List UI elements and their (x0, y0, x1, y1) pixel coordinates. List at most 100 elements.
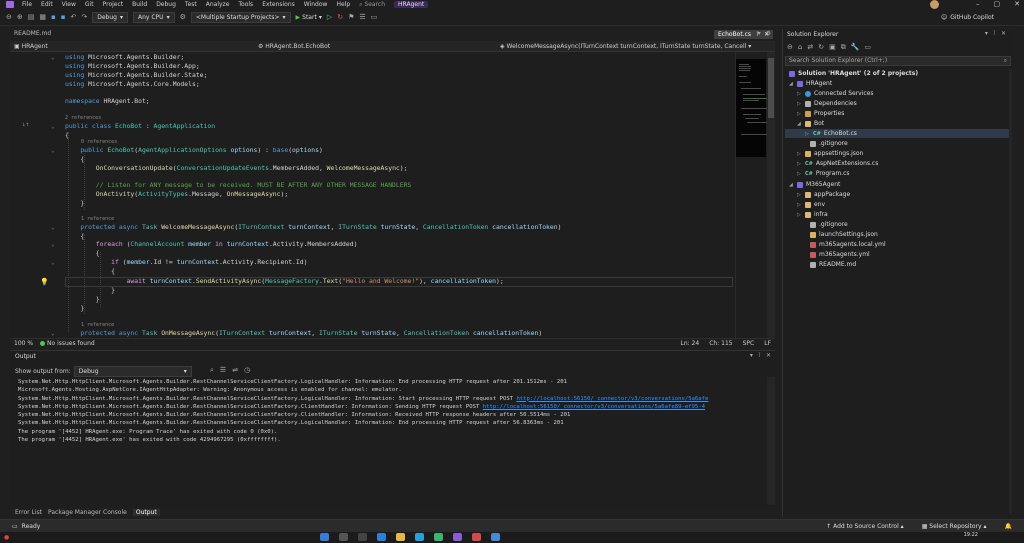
chevron-down-icon[interactable]: ▾ (758, 30, 761, 37)
codelens-references[interactable]: 1 reference (81, 322, 114, 328)
tree-item-appsettings[interactable]: ▷ appsettings.json (797, 149, 863, 158)
chevron-right-icon[interactable]: ▷ (797, 192, 802, 198)
menu-window[interactable]: Window (304, 1, 328, 8)
pin-icon[interactable]: ⊺ (758, 352, 761, 359)
forward-icon[interactable]: ⊕ (17, 13, 23, 21)
tab-package-manager-console[interactable]: Package Manager Console (48, 509, 127, 516)
format-icon[interactable]: ☰ (359, 13, 365, 21)
menu-view[interactable]: View (62, 1, 76, 8)
chevron-down-icon[interactable]: ▾ (985, 30, 988, 37)
back-icon[interactable]: ⊖ (787, 43, 793, 52)
tree-item-hragent[interactable]: ◢ HRAgent (789, 79, 832, 88)
indent-mode[interactable]: SPC (743, 340, 755, 347)
zoom-level[interactable]: 100 % (14, 340, 33, 347)
tree-solution[interactable]: Solution 'HRAgent' (2 of 2 projects) (789, 69, 918, 78)
add-to-source-control-button[interactable]: ↑ Add to Source Control ▴ (826, 523, 904, 530)
chevron-right-icon[interactable]: ▷ (797, 212, 802, 218)
tree-item-apppackage[interactable]: ▷ appPackage (797, 190, 850, 199)
menu-analyze[interactable]: Analyze (206, 1, 230, 8)
visual-studio-icon[interactable] (453, 533, 462, 541)
tree-item-infra[interactable]: ▷ infra (797, 210, 828, 219)
tree-item-launchsettings[interactable]: launchSettings.json (802, 230, 878, 239)
codelens-references[interactable]: 1 reference (81, 216, 114, 222)
close-icon[interactable]: ✕ (1014, 0, 1020, 8)
codelens-references[interactable]: 0 references (81, 139, 117, 145)
chevron-right-icon[interactable]: ▷ (797, 161, 802, 167)
tab-readme[interactable]: README.md (14, 30, 51, 37)
chevron-right-icon[interactable]: ▷ (797, 171, 802, 177)
chevron-down-icon[interactable]: ▾ (750, 352, 753, 359)
store-icon[interactable] (415, 533, 424, 541)
taskbar-clock[interactable]: 19:22 (964, 532, 978, 538)
tree-item-readme[interactable]: README.md (802, 260, 856, 269)
output-link[interactable]: http://localhost:56150/_connector/v3/con… (483, 404, 705, 410)
tree-item-m365agents-yml[interactable]: m365agents.yml (802, 250, 870, 259)
redo-icon[interactable]: ↷ (81, 13, 87, 21)
gear-icon[interactable]: ⚙ (766, 30, 771, 37)
platform-select[interactable]: Any CPU ▾ (133, 11, 175, 23)
save-all-icon[interactable]: ▪ (61, 13, 66, 21)
select-repository-button[interactable]: ▦ Select Repository ▴ (922, 523, 987, 530)
tree-item-connected-services[interactable]: ▷ Connected Services (797, 89, 874, 98)
start-menu-icon[interactable] (320, 533, 329, 541)
codelens-references[interactable]: 2 references (65, 115, 101, 121)
menu-extensions[interactable]: Extensions (262, 1, 295, 8)
project-dropdown[interactable]: ▣ HRAgent (14, 43, 48, 50)
app-icon[interactable] (434, 533, 443, 541)
close-icon[interactable]: ✕ (766, 352, 771, 359)
start-button[interactable]: ▶ Start ▾ (296, 14, 322, 21)
app-icon[interactable] (472, 533, 481, 541)
fold-icon[interactable]: ⌄ (51, 330, 55, 337)
sync-icon[interactable]: ⇄ (807, 43, 813, 52)
lightbulb-icon[interactable]: 💡 (40, 278, 49, 286)
class-dropdown[interactable]: ⚙ HRAgent.Bot.EchoBot (258, 43, 330, 50)
chevron-right-icon[interactable]: ▷ (797, 101, 802, 107)
tree-item-aspnetextensions[interactable]: ▷ C# AspNetExtensions.cs (797, 159, 878, 168)
fold-icon[interactable]: ⌄ (51, 147, 55, 154)
chevron-right-icon[interactable]: ▷ (797, 202, 802, 208)
comment-icon[interactable]: ▭ (371, 13, 378, 21)
open-icon[interactable]: ▦ (39, 13, 46, 21)
search-icon[interactable] (339, 533, 348, 541)
chevron-right-icon[interactable]: ▷ (797, 111, 802, 117)
watch-icon[interactable]: ◷ (244, 366, 250, 375)
tree-item-env[interactable]: ▷ env (797, 200, 825, 209)
menu-debug[interactable]: Debug (156, 1, 176, 8)
chevron-down-icon[interactable]: ◢ (789, 182, 794, 188)
chevron-right-icon[interactable]: ▷ (797, 151, 802, 157)
tree-item-m365agents-local-yml[interactable]: m365agents.local.yml (802, 240, 886, 249)
fold-icon[interactable]: ⌄ (51, 123, 55, 130)
menu-build[interactable]: Build (132, 1, 147, 8)
maximize-icon[interactable]: ▢ (994, 0, 1001, 8)
chevron-right-icon[interactable]: ▷ (805, 131, 810, 137)
solution-explorer-search[interactable]: Search Solution Explorer (Ctrl+;) ⌕ (785, 56, 1011, 66)
tree-item-bot[interactable]: ◢ Bot (797, 119, 824, 128)
menu-edit[interactable]: Edit (41, 1, 53, 8)
issues-indicator[interactable]: No issues found (40, 340, 95, 347)
tree-item-m365agent[interactable]: ◢ M365Agent (789, 180, 840, 189)
file-explorer-icon[interactable] (396, 533, 405, 541)
output-link[interactable]: http://localhost:56150/_connector/v3/con… (516, 396, 708, 402)
tree-item-echobot-cs[interactable]: ▷ C# EchoBot.cs (805, 129, 857, 138)
home-icon[interactable]: ⌂ (798, 43, 802, 52)
tree-item-gitignore[interactable]: .gitignore (802, 139, 848, 148)
avatar[interactable] (930, 0, 939, 9)
menu-project[interactable]: Project (103, 1, 124, 8)
task-view-icon[interactable] (358, 533, 367, 541)
startup-projects-select[interactable]: <Multiple Startup Projects> ▾ (190, 11, 291, 23)
member-dropdown[interactable]: ◈ WelcomeMessageAsync(ITurnContext turnC… (500, 43, 751, 50)
fold-icon[interactable]: ⌄ (51, 54, 55, 61)
start-without-debugging-icon[interactable]: ▷ (327, 13, 332, 21)
tree-item-gitignore-2[interactable]: .gitignore (802, 220, 848, 229)
github-copilot-button[interactable]: ☺ GitHub Copilot (941, 14, 994, 21)
back-icon[interactable]: ⊖ (6, 13, 12, 21)
word-wrap-icon[interactable]: ⇌ (232, 366, 238, 375)
tree-item-program-cs[interactable]: ▷ C# Program.cs (797, 169, 850, 178)
solution-explorer-scrollbar[interactable] (1009, 69, 1012, 514)
fold-icon[interactable]: ⌄ (51, 241, 55, 248)
chevron-down-icon[interactable]: ◢ (797, 121, 802, 127)
output-text[interactable]: System.Net.Http.HttpClient.Microsoft.Age… (18, 378, 760, 504)
configuration-select[interactable]: Debug ▾ (92, 11, 128, 23)
pin-icon[interactable]: ⊺ (993, 30, 996, 37)
pending-changes-icon[interactable]: ↻ (818, 43, 824, 52)
